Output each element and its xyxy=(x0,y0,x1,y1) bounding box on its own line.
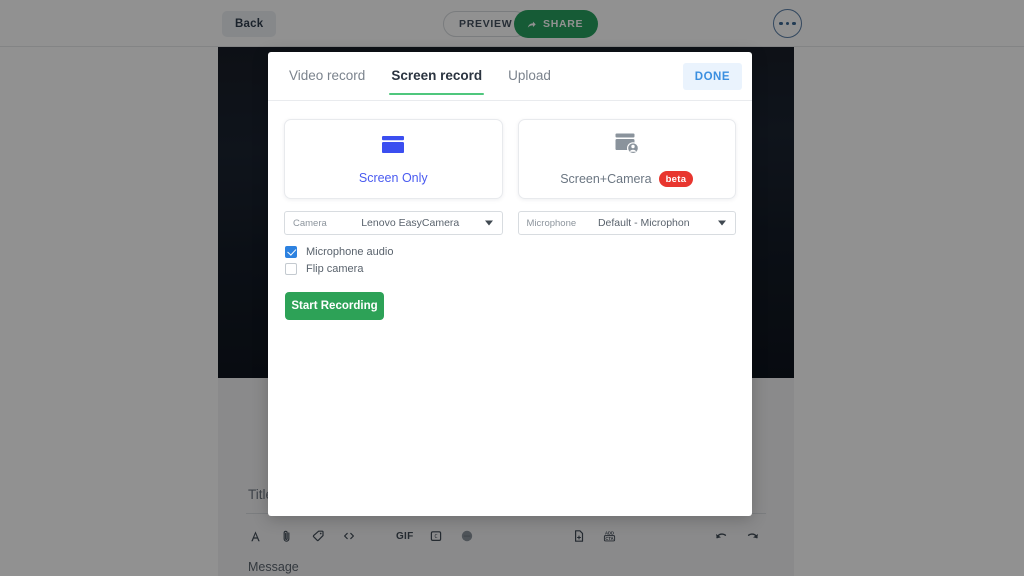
text-format-icon[interactable] xyxy=(240,524,271,548)
flip-camera-row[interactable]: Flip camera xyxy=(285,260,752,277)
calendar-icon[interactable]: C xyxy=(420,524,451,548)
share-button[interactable]: SHARE xyxy=(514,10,599,38)
toolbar-group-format xyxy=(240,524,364,548)
mode-card-screen-camera[interactable]: Screen+Camera beta xyxy=(517,119,736,199)
screen-record-modal: Video record Screen record Upload DONE S… xyxy=(268,52,752,516)
svg-text:C: C xyxy=(434,534,437,540)
code-icon[interactable] xyxy=(333,524,364,548)
screen-window-icon xyxy=(378,133,408,162)
done-button[interactable]: DONE xyxy=(682,63,742,90)
mode-card-screen-camera-label: Screen+Camera beta xyxy=(560,171,694,187)
camera-select-label: Camera xyxy=(293,217,327,229)
chevron-down-icon xyxy=(718,220,726,226)
flip-camera-checkbox[interactable] xyxy=(285,262,297,275)
add-cta-icon[interactable]: ADD CTA xyxy=(594,524,625,548)
camera-select[interactable]: Camera Lenovo EasyCamera xyxy=(284,211,503,235)
editor-toolbar: GIF C ADD CTA xyxy=(240,523,768,549)
svg-text:CTA: CTA xyxy=(606,536,614,541)
microphone-audio-checkbox[interactable] xyxy=(285,245,297,258)
mode-card-screen-only-label: Screen Only xyxy=(359,171,428,185)
message-input[interactable]: Message xyxy=(248,560,299,574)
toolbar-group-history xyxy=(706,524,768,548)
color-circle-icon[interactable] xyxy=(451,524,482,548)
microphone-select[interactable]: Microphone Default - Microphon xyxy=(517,211,736,235)
dot xyxy=(785,21,790,26)
top-toolbar: Back PREVIEW SHARE xyxy=(0,0,1024,47)
start-recording-button[interactable]: Start Recording xyxy=(285,292,384,320)
redo-icon[interactable] xyxy=(737,524,768,548)
label-text: Screen+Camera xyxy=(560,172,652,186)
dot xyxy=(779,21,783,26)
tab-upload[interactable]: Upload xyxy=(508,68,551,95)
options-checkbox-group: Microphone audio Flip camera xyxy=(268,235,752,277)
insert-file-icon[interactable] xyxy=(563,524,594,548)
label-text: Screen Only xyxy=(358,171,428,185)
beta-badge: beta xyxy=(658,171,694,187)
tab-screen-record[interactable]: Screen record xyxy=(389,68,484,95)
chevron-down-icon xyxy=(484,220,493,226)
toolbar-group-media: GIF C xyxy=(389,524,482,548)
tab-video-record[interactable]: Video record xyxy=(289,68,365,95)
screen-camera-person-icon xyxy=(612,131,642,162)
share-button-label: SHARE xyxy=(543,18,584,30)
recording-mode-cards: Screen Only Screen+Camera beta xyxy=(268,101,752,199)
microphone-select-label: Microphone xyxy=(526,217,577,229)
microphone-audio-row[interactable]: Microphone audio xyxy=(285,243,752,260)
tag-icon[interactable] xyxy=(302,524,333,548)
gif-icon[interactable]: GIF xyxy=(389,524,420,548)
undo-icon[interactable] xyxy=(706,524,737,548)
dot xyxy=(792,21,796,26)
attachment-icon[interactable] xyxy=(271,524,302,548)
mode-card-screen-only[interactable]: Screen Only xyxy=(284,119,503,199)
modal-tab-bar: Video record Screen record Upload DONE xyxy=(268,52,752,101)
device-selects-row: Camera Lenovo EasyCamera Microphone Defa… xyxy=(268,199,752,235)
more-options-icon[interactable] xyxy=(773,9,802,38)
screen: Title GIF C ADD CTA Message Back PREVIEW… xyxy=(0,0,1024,576)
flip-camera-label: Flip camera xyxy=(306,262,364,275)
back-button[interactable]: Back xyxy=(222,11,277,37)
toolbar-group-insert: ADD CTA xyxy=(563,524,625,548)
microphone-audio-label: Microphone audio xyxy=(306,245,394,258)
share-arrow-icon xyxy=(526,19,537,30)
